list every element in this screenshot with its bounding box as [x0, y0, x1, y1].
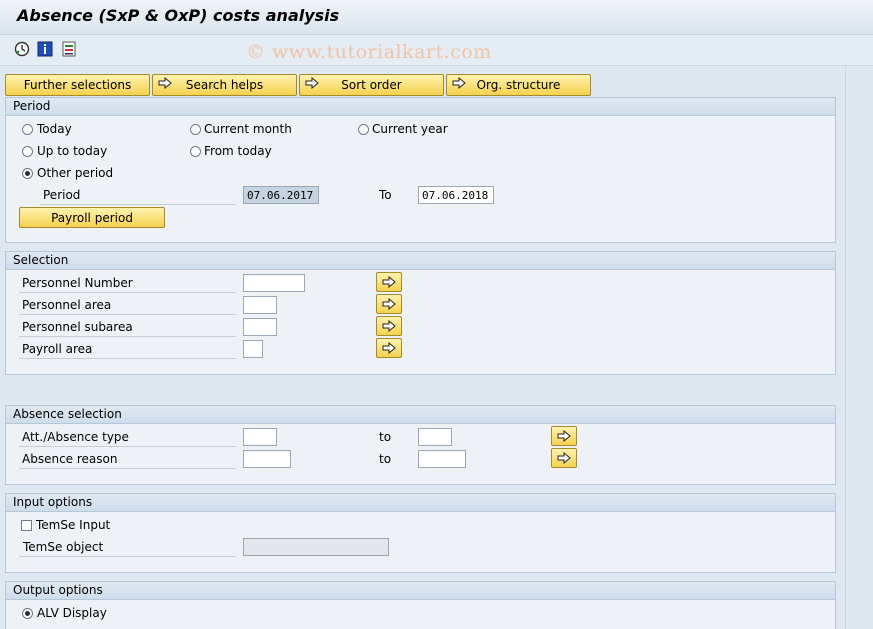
- period-label-text: Period: [43, 188, 81, 202]
- temse-object-input[interactable]: [243, 538, 389, 556]
- variant-icon[interactable]: [61, 41, 77, 57]
- radio-alv-display-label: ALV Display: [37, 606, 107, 620]
- radio-other-period[interactable]: [22, 168, 33, 179]
- radio-current-month[interactable]: [190, 124, 201, 135]
- absence-reason-label: Absence reason: [19, 452, 236, 469]
- arrow-right-icon: [452, 76, 466, 92]
- sort-order-label: Sort order: [341, 78, 402, 92]
- selection-header: Selection: [6, 252, 835, 270]
- input-options-header-label: Input options: [13, 495, 93, 509]
- arrow-right-icon: [382, 342, 396, 354]
- period-to-label: To: [379, 188, 392, 202]
- personnel-number-input[interactable]: [243, 274, 305, 292]
- arrow-right-icon: [382, 320, 396, 332]
- org-structure-label: Org. structure: [476, 78, 561, 92]
- absence-type-label: Att./Absence type: [19, 430, 236, 447]
- personnel-subarea-multiple-selection-button[interactable]: [376, 316, 402, 336]
- absence-type-to-label: to: [379, 430, 392, 444]
- payroll-period-button[interactable]: Payroll period: [19, 207, 165, 228]
- arrow-right-icon: [382, 298, 396, 310]
- radio-from-today[interactable]: [190, 146, 201, 157]
- personnel-subarea-input[interactable]: [243, 318, 277, 336]
- absence-reason-multiple-selection-button[interactable]: [551, 448, 577, 468]
- payroll-area-input[interactable]: [243, 340, 263, 358]
- arrow-right-icon: [557, 430, 571, 442]
- period-header: Period: [6, 98, 835, 116]
- radio-current-year[interactable]: [358, 124, 369, 135]
- temse-input-checkbox[interactable]: [21, 520, 32, 531]
- personnel-subarea-label: Personnel subarea: [19, 320, 236, 337]
- absence-reason-to-label: to: [379, 452, 392, 466]
- selection-header-label: Selection: [13, 253, 69, 267]
- info-icon[interactable]: [37, 41, 53, 57]
- absence-reason-to-input[interactable]: [418, 450, 466, 468]
- personnel-area-multiple-selection-button[interactable]: [376, 294, 402, 314]
- radio-today-label: Today: [37, 122, 72, 136]
- radio-up-to-today[interactable]: [22, 146, 33, 157]
- radio-up-to-today-label: Up to today: [37, 144, 108, 158]
- radio-today[interactable]: [22, 124, 33, 135]
- search-helps-button[interactable]: Search helps: [152, 74, 297, 96]
- arrow-right-icon: [158, 76, 172, 92]
- payroll-area-label: Payroll area: [19, 342, 236, 359]
- temse-input-label: TemSe Input: [36, 518, 111, 532]
- temse-object-label: TemSe object: [19, 540, 236, 557]
- input-options-header: Input options: [6, 494, 835, 512]
- payroll-period-label: Payroll period: [51, 210, 133, 225]
- execute-icon[interactable]: [14, 41, 30, 57]
- absence-reason-from-input[interactable]: [243, 450, 291, 468]
- period-from-input[interactable]: 07.06.2017: [243, 186, 319, 204]
- radio-from-today-label: From today: [204, 144, 272, 158]
- absence-type-from-input[interactable]: [243, 428, 277, 446]
- sort-order-button[interactable]: Sort order: [299, 74, 444, 96]
- arrow-right-icon: [305, 76, 319, 92]
- personnel-number-text: Personnel Number: [22, 276, 133, 290]
- content-divider: [845, 66, 846, 629]
- arrow-right-icon: [382, 276, 396, 288]
- period-header-label: Period: [13, 99, 51, 113]
- period-label: Period: [40, 188, 236, 205]
- radio-alv-display[interactable]: [22, 608, 33, 619]
- personnel-area-text: Personnel area: [22, 298, 112, 312]
- further-selections-label: Further selections: [23, 78, 132, 92]
- personnel-subarea-text: Personnel subarea: [22, 320, 133, 334]
- personnel-number-label: Personnel Number: [19, 276, 236, 293]
- radio-current-month-label: Current month: [204, 122, 292, 136]
- absence-reason-text: Absence reason: [22, 452, 118, 466]
- personnel-area-input[interactable]: [243, 296, 277, 314]
- page-title: Absence (SxP & OxP) costs analysis: [17, 6, 340, 25]
- output-options-group: Output options: [5, 581, 836, 629]
- payroll-area-text: Payroll area: [22, 342, 93, 356]
- absence-selection-header: Absence selection: [6, 406, 835, 424]
- absence-selection-header-label: Absence selection: [13, 407, 122, 421]
- absence-type-multiple-selection-button[interactable]: [551, 426, 577, 446]
- absence-type-text: Att./Absence type: [22, 430, 129, 444]
- radio-current-year-label: Current year: [372, 122, 448, 136]
- payroll-area-multiple-selection-button[interactable]: [376, 338, 402, 358]
- period-to-input[interactable]: 07.06.2018: [418, 186, 494, 204]
- temse-object-text: TemSe object: [23, 540, 104, 554]
- absence-type-to-input[interactable]: [418, 428, 452, 446]
- watermark: © www.tutorialkart.com: [246, 41, 492, 63]
- further-selections-button[interactable]: Further selections: [5, 74, 150, 96]
- input-options-group: Input options: [5, 493, 836, 573]
- personnel-number-multiple-selection-button[interactable]: [376, 272, 402, 292]
- arrow-right-icon: [557, 452, 571, 464]
- output-options-header: Output options: [6, 582, 835, 600]
- org-structure-button[interactable]: Org. structure: [446, 74, 591, 96]
- radio-other-period-label: Other period: [37, 166, 114, 180]
- output-options-header-label: Output options: [13, 583, 103, 597]
- personnel-area-label: Personnel area: [19, 298, 236, 315]
- search-helps-label: Search helps: [185, 78, 264, 92]
